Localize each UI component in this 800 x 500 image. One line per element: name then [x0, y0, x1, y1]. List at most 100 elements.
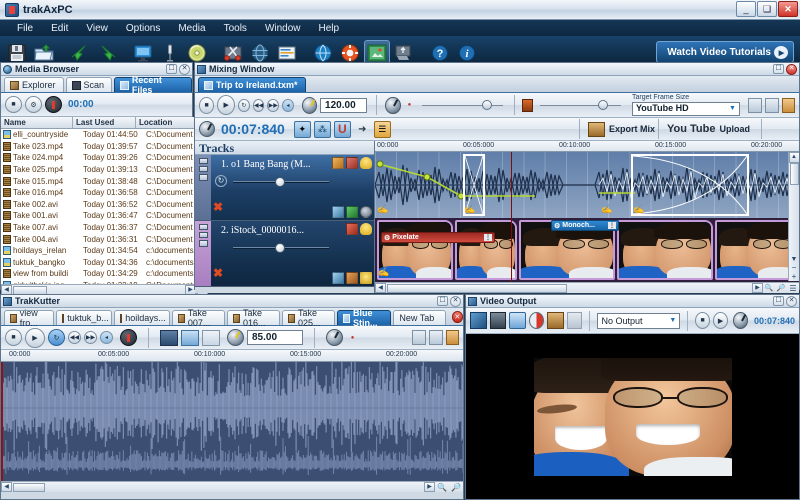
- column-name[interactable]: Name: [1, 117, 73, 128]
- fx-icon[interactable]: [346, 157, 358, 169]
- list-item[interactable]: view from buildiToday 01:34:29c:\documen…: [1, 268, 196, 280]
- loop-icon[interactable]: ↻: [48, 329, 65, 346]
- audio-clip-handle-1[interactable]: ✍: [377, 204, 388, 215]
- secondary-slider[interactable]: [540, 98, 621, 112]
- audio-clip-handle-4[interactable]: ✍: [633, 204, 644, 215]
- zoom-out-icon[interactable]: 🔍: [763, 284, 775, 292]
- list-item[interactable]: tuktuk_bangkoToday 01:34:36c:\documents: [1, 257, 196, 269]
- fullscreen-icon[interactable]: [470, 312, 487, 329]
- video-output-maximize[interactable]: ☐: [773, 296, 784, 306]
- trakkutter-close[interactable]: ✕: [450, 296, 461, 307]
- tab-take-016[interactable]: Take 016...: [227, 310, 280, 325]
- column-location[interactable]: Location: [136, 117, 183, 128]
- waveform-icon[interactable]: [160, 330, 178, 346]
- color-icon[interactable]: [529, 312, 544, 329]
- tab-new-tab[interactable]: New Tab: [393, 310, 445, 325]
- trakkutter-waveform[interactable]: [1, 362, 463, 481]
- minimize-button[interactable]: _: [736, 1, 756, 17]
- track-1-volume-slider[interactable]: [233, 177, 329, 187]
- media-browser-maximize[interactable]: ☐: [166, 64, 177, 74]
- trakkutter-volume-knob[interactable]: [326, 329, 343, 346]
- play-icon[interactable]: ▶: [25, 328, 45, 348]
- speaker-icon[interactable]: [522, 99, 533, 112]
- trakkutter-ruler[interactable]: 00:000 00:05:000 00:10:000 00:15:000 00:…: [1, 350, 463, 362]
- capture-icon[interactable]: [547, 312, 564, 329]
- list-icon[interactable]: ☰: [374, 121, 391, 138]
- star-icon[interactable]: [360, 272, 372, 284]
- output-select[interactable]: No Output ▼: [597, 313, 681, 329]
- position-dial-icon[interactable]: [199, 121, 215, 137]
- select-icon[interactable]: ➜: [354, 121, 371, 138]
- list-item[interactable]: Take 001.aviToday 01:36:47C:\Document: [1, 210, 196, 222]
- tab-explorer[interactable]: Explorer: [4, 77, 64, 92]
- zoom-out-icon[interactable]: 🔍: [435, 483, 449, 492]
- tab-take-025[interactable]: Take 025...: [282, 310, 335, 325]
- stop-icon[interactable]: ■: [695, 312, 710, 329]
- fastforward-icon[interactable]: ▶▶: [267, 99, 279, 112]
- timeline-list-icon[interactable]: ☰: [787, 284, 799, 293]
- copy-icon[interactable]: [429, 330, 443, 345]
- list-item[interactable]: Take 004.aviToday 01:36:31C:\Document: [1, 233, 196, 245]
- list-item[interactable]: Take 007.aviToday 01:36:37C:\Document: [1, 222, 196, 234]
- tempo-knob[interactable]: [227, 329, 244, 346]
- timeline-hscroll-left[interactable]: ◀: [375, 283, 386, 293]
- pan-icon[interactable]: [332, 157, 344, 169]
- track-1-solo[interactable]: [199, 166, 208, 172]
- zoom-in-icon[interactable]: 🔎: [775, 284, 787, 292]
- track-row-video[interactable]: 2. iStock_0000016... ✖: [195, 221, 374, 287]
- export-mix-label[interactable]: Export Mix: [609, 124, 655, 134]
- restore-button[interactable]: ❑: [757, 1, 777, 17]
- tab-scan[interactable]: Scan: [66, 77, 113, 92]
- cut-icon[interactable]: [202, 330, 220, 346]
- nodes-icon[interactable]: ⁂: [314, 121, 331, 138]
- mixing-window-maximize[interactable]: ☐: [773, 64, 784, 74]
- video-clip-lane[interactable]: ⚙ Pixelate ⋮ ⚙ Monoch... ⋮ ✍: [375, 218, 799, 282]
- trakkutter-maximize[interactable]: ☐: [437, 296, 448, 306]
- mute-icon[interactable]: ●: [404, 99, 415, 112]
- timeline-hscroll-right[interactable]: ▶: [752, 283, 763, 293]
- image-icon[interactable]: [332, 206, 344, 218]
- timeline-scroll-up[interactable]: ▲: [789, 152, 800, 163]
- tab-hoildays[interactable]: hoildays...: [114, 310, 170, 325]
- trakkutter-playhead[interactable]: [1, 362, 3, 481]
- beats-icon[interactable]: [181, 330, 199, 346]
- list-item[interactable]: elli_countrysideToday 01:44:50C:\Documen…: [1, 129, 196, 141]
- list-item[interactable]: Take 016.mp4Today 01:36:58C:\Document: [1, 187, 196, 199]
- rewind-icon[interactable]: ◀◀: [253, 99, 265, 112]
- close-tab-icon[interactable]: ✕: [452, 311, 464, 323]
- tk-hscroll-left[interactable]: ◀: [1, 482, 12, 492]
- fx-red-icon[interactable]: [346, 223, 358, 235]
- tk-hscroll-right[interactable]: ▶: [424, 482, 435, 492]
- list-item[interactable]: Take 002.aviToday 01:36:52C:\Document: [1, 199, 196, 211]
- tempo-knob[interactable]: [302, 97, 317, 114]
- video-clip-4[interactable]: [617, 220, 713, 280]
- effect-menu-icon[interactable]: ⋮: [608, 222, 616, 229]
- timeline-hscroll-thumb[interactable]: [387, 284, 567, 293]
- menu-view[interactable]: View: [77, 22, 117, 35]
- play-icon[interactable]: ▶: [217, 95, 235, 115]
- magnet-snap-icon[interactable]: U: [334, 121, 351, 138]
- timeline-scroll-thumb[interactable]: [790, 163, 799, 185]
- trakkutter-tempo-field[interactable]: 85.00: [247, 330, 303, 345]
- new-icon[interactable]: [412, 330, 426, 345]
- bulb-icon[interactable]: [360, 223, 372, 235]
- file-list[interactable]: elli_countrysideToday 01:44:50C:\Documen…: [1, 129, 196, 284]
- loop-icon[interactable]: ↻: [238, 99, 250, 112]
- playhead-video[interactable]: [511, 218, 512, 282]
- tab-tuktuk[interactable]: tuktuk_b...: [56, 310, 112, 325]
- track-2-solo[interactable]: [199, 232, 208, 238]
- stop-icon[interactable]: ■: [5, 96, 22, 113]
- track-1-mute[interactable]: [199, 158, 208, 164]
- effect-menu-icon[interactable]: ⋮: [484, 234, 492, 241]
- video-preview[interactable]: [466, 334, 799, 499]
- magic-wand-icon[interactable]: ✦: [294, 121, 311, 138]
- menu-options[interactable]: Options: [117, 22, 169, 35]
- timeline-vscrollbar[interactable]: ▲ ▼ − +: [788, 152, 799, 281]
- audio-clip-handle-3[interactable]: ✍: [601, 204, 612, 215]
- stop-icon[interactable]: ■: [199, 97, 214, 114]
- zoom-out-vertical-icon[interactable]: −: [792, 263, 797, 272]
- zoom-in-vertical-icon[interactable]: +: [792, 272, 797, 281]
- timeline-area[interactable]: 00:000 00:05:000 00:10:000 00:15:000 00:…: [375, 141, 799, 293]
- list-item[interactable]: Take 015.mp4Today 01:38:48C:\Document: [1, 175, 196, 187]
- screen-icon[interactable]: [346, 272, 358, 284]
